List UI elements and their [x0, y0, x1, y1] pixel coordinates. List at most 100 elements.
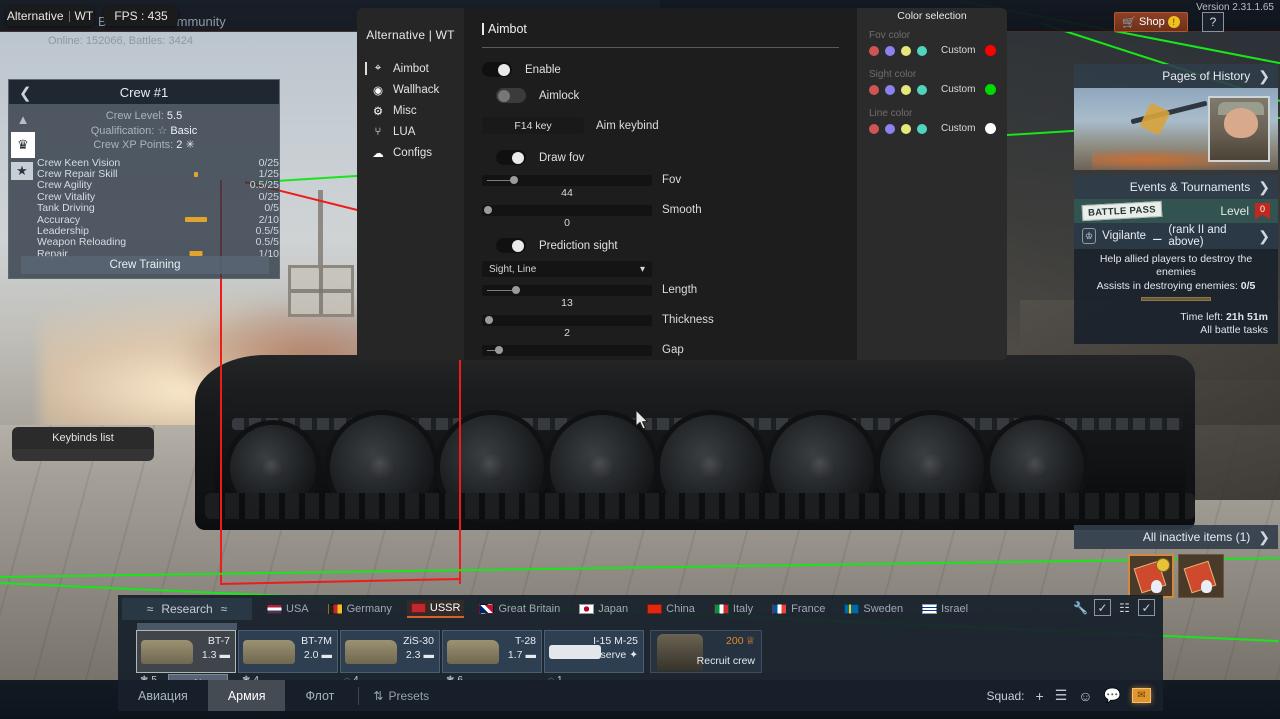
- battle-pass-row[interactable]: BATTLE PASS Level 0: [1074, 199, 1278, 223]
- thickness-slider[interactable]: [482, 314, 652, 326]
- vehicle-slot[interactable]: I-15 M-25 Reserve ✦: [544, 630, 644, 673]
- custom-color-label[interactable]: Custom: [941, 84, 975, 95]
- crew-skill-row[interactable]: Crew Repair Skill 1/25: [37, 168, 279, 180]
- tank-icon[interactable]: ▲: [11, 106, 35, 132]
- ammo-icon[interactable]: ☷: [1116, 599, 1133, 616]
- list-icon[interactable]: ☰: [1055, 687, 1068, 704]
- color-swatch[interactable]: [901, 84, 911, 95]
- custom-color-swatch[interactable]: [985, 123, 997, 134]
- crew-skill-row[interactable]: Leadership 0.5/5: [37, 225, 279, 237]
- color-swatch[interactable]: [901, 45, 911, 56]
- check-icon[interactable]: ✓: [1094, 599, 1111, 616]
- gap-slider-row[interactable]: Gap: [482, 344, 839, 356]
- nation-tab-ussr[interactable]: USSR: [406, 600, 465, 618]
- inactive-items-header[interactable]: All inactive items (1) ❯: [1074, 525, 1278, 549]
- color-swatch[interactable]: [885, 45, 895, 56]
- bottom-nav-tab[interactable]: Армия: [207, 680, 286, 711]
- nation-tab-sweden[interactable]: Sweden: [840, 601, 907, 617]
- chat-icon[interactable]: 💬: [1104, 687, 1121, 704]
- thickness-slider-row[interactable]: Thickness: [482, 314, 839, 326]
- nation-tab-italy[interactable]: Italy: [710, 601, 757, 617]
- toggle-row-enable[interactable]: Enable: [482, 62, 839, 77]
- color-swatch[interactable]: [869, 45, 879, 56]
- color-swatch[interactable]: [901, 123, 911, 134]
- nation-tab-great-britain[interactable]: Great Britain: [475, 601, 564, 617]
- chevron-right-icon[interactable]: ❯: [1258, 529, 1270, 546]
- crew-skill-row[interactable]: Tank Driving 0/5: [37, 202, 279, 214]
- pages-of-history-panel[interactable]: Pages of History ❯: [1074, 64, 1278, 170]
- pages-of-history-header[interactable]: Pages of History ❯: [1074, 64, 1278, 88]
- color-swatch[interactable]: [869, 123, 879, 134]
- color-swatch[interactable]: [917, 45, 927, 56]
- vehicle-slot[interactable]: BT-7 1.3 ▬: [136, 623, 237, 673]
- toggle-row-draw-fov[interactable]: Draw fov: [482, 150, 839, 165]
- wrench-icon[interactable]: 🔧: [1072, 599, 1089, 616]
- plus-icon[interactable]: +: [1036, 688, 1044, 704]
- color-swatch[interactable]: [885, 84, 895, 95]
- length-slider[interactable]: [482, 284, 652, 296]
- battle-task-header[interactable]: ♔ Vigilante ⚊ (rank II and above) ❯: [1074, 223, 1278, 249]
- nation-tab-france[interactable]: France: [768, 601, 829, 617]
- custom-color-label[interactable]: Custom: [941, 123, 975, 134]
- prediction-sight-toggle[interactable]: [496, 238, 526, 253]
- cheat-nav-item-wallhack[interactable]: ◉ Wallhack: [357, 79, 464, 100]
- crew-skill-row[interactable]: Weapon Reloading 0.5/5: [37, 236, 279, 248]
- enable-toggle[interactable]: [482, 62, 512, 77]
- crew-skill-row[interactable]: Crew Keen Vision 0/25: [37, 157, 279, 169]
- fov-slider-row[interactable]: Fov: [482, 174, 839, 186]
- toggle-row-aimlock[interactable]: Aimlock: [482, 88, 839, 103]
- cheat-nav-item-misc[interactable]: ⚙ Misc: [357, 100, 464, 121]
- crew-icon[interactable]: ♛: [11, 132, 35, 158]
- star-icon[interactable]: ★: [11, 162, 33, 180]
- chevron-right-icon[interactable]: ❯: [1258, 68, 1270, 85]
- vehicle-slot[interactable]: ZiS-30 2.3 ▬: [340, 630, 440, 673]
- vehicle-slot[interactable]: T-28 1.7 ▬: [442, 630, 542, 673]
- chevron-right-icon[interactable]: ❯: [1258, 179, 1270, 196]
- keybinds-list-button[interactable]: Keybinds list: [12, 427, 154, 449]
- color-swatch[interactable]: [917, 123, 927, 134]
- nation-tab-usa[interactable]: USA: [263, 601, 313, 617]
- nation-tab-germany[interactable]: Germany: [324, 601, 396, 617]
- events-header[interactable]: Events & Tournaments ❯: [1074, 175, 1278, 199]
- research-tab[interactable]: ≈ Research ≈: [122, 598, 252, 620]
- aim-keybind-button[interactable]: F14 key: [482, 117, 584, 134]
- recruit-crew-slot[interactable]: 200 ♕ Recruit crew: [650, 630, 762, 673]
- bottom-nav-tab[interactable]: Флот: [285, 680, 354, 711]
- help-button[interactable]: ?: [1202, 12, 1224, 32]
- cheat-nav-item-aimbot[interactable]: ⌖ Aimbot: [357, 58, 464, 79]
- custom-color-swatch[interactable]: [985, 84, 997, 95]
- aimlock-toggle[interactable]: [496, 88, 526, 103]
- cheat-nav-item-lua[interactable]: ⑂ LUA: [357, 121, 464, 142]
- custom-color-swatch[interactable]: [985, 45, 997, 56]
- toggle-row-prediction-sight[interactable]: Prediction sight: [496, 238, 839, 253]
- crew-skill-row[interactable]: Crew Agility 0.5/25: [37, 179, 279, 191]
- presets-button[interactable]: ⇅ Presets: [363, 689, 429, 703]
- gap-slider[interactable]: [482, 344, 652, 356]
- check-icon[interactable]: ✓: [1138, 599, 1155, 616]
- smooth-slider-row[interactable]: Smooth: [482, 204, 839, 216]
- color-swatch[interactable]: [917, 84, 927, 95]
- mail-icon[interactable]: ✉: [1132, 688, 1151, 703]
- length-slider-row[interactable]: Length: [482, 284, 839, 296]
- crew-skill-row[interactable]: Accuracy 2/10: [37, 214, 279, 226]
- cheat-nav-item-configs[interactable]: ☁ Configs: [357, 142, 464, 163]
- chevron-left-icon[interactable]: ❮: [19, 84, 32, 102]
- nation-tab-israel[interactable]: Israel: [918, 601, 972, 617]
- inactive-item-booster[interactable]: [1178, 554, 1224, 598]
- chevron-right-icon[interactable]: ❯: [1258, 228, 1270, 245]
- draw-fov-toggle[interactable]: [496, 150, 526, 165]
- shop-button[interactable]: 🛒 Shop !: [1114, 12, 1188, 32]
- nation-tab-china[interactable]: China: [643, 601, 699, 617]
- all-battle-tasks-link[interactable]: All battle tasks: [1074, 323, 1278, 338]
- bottom-nav-tab[interactable]: Авиация: [118, 680, 208, 711]
- color-swatch[interactable]: [885, 123, 895, 134]
- friends-icon[interactable]: ☺: [1078, 688, 1092, 704]
- inactive-item-booster[interactable]: [1128, 554, 1174, 598]
- nation-tab-japan[interactable]: Japan: [575, 601, 632, 617]
- custom-color-label[interactable]: Custom: [941, 45, 975, 56]
- crew-training-button[interactable]: Crew Training: [21, 256, 269, 274]
- fov-slider[interactable]: [482, 174, 652, 186]
- color-swatch[interactable]: [869, 84, 879, 95]
- vehicle-slot[interactable]: BT-7M 2.0 ▬: [238, 630, 338, 673]
- smooth-slider[interactable]: [482, 204, 652, 216]
